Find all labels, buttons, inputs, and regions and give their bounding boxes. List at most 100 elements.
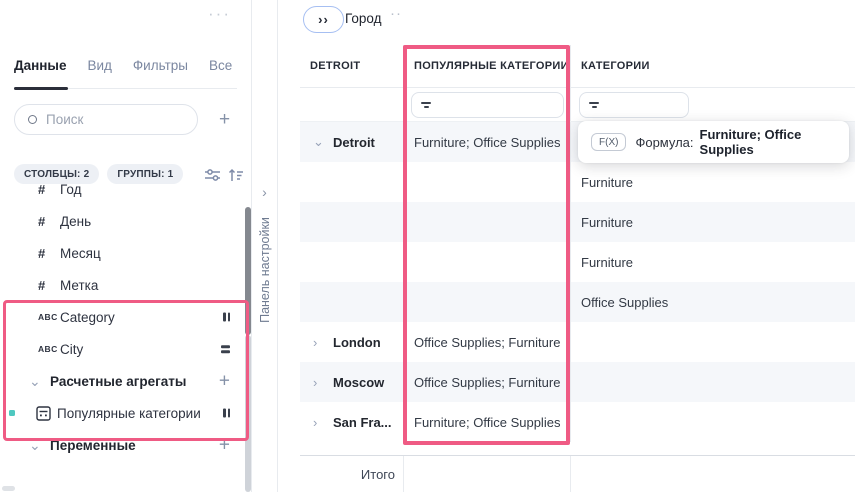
- field-label: Год: [60, 183, 82, 197]
- collapse-row-icon[interactable]: ⌄: [313, 134, 333, 150]
- filter-input[interactable]: [411, 92, 564, 118]
- horizontal-scrollbar[interactable]: [2, 486, 15, 491]
- add-variable-button[interactable]: +: [219, 436, 230, 455]
- table-total-row: Итого: [300, 455, 855, 492]
- expand-row-icon[interactable]: ›: [313, 415, 333, 430]
- cell-category[interactable]: Furniture: [570, 162, 855, 202]
- section-label: Переменные: [50, 438, 136, 453]
- total-cell: [403, 456, 570, 492]
- cell-category[interactable]: Furniture: [570, 242, 855, 282]
- column-header-categories[interactable]: КАТЕГОРИИ: [570, 45, 855, 87]
- number-type-icon: #: [38, 278, 60, 293]
- list-item-field[interactable]: # Год: [0, 183, 251, 205]
- list-item-field[interactable]: # Месяц: [0, 237, 251, 269]
- cell-popular-categories[interactable]: Furniture; Office Supplies: [403, 122, 570, 162]
- page-title: Город: [345, 11, 382, 26]
- tab-filters[interactable]: Фильтры: [133, 58, 188, 88]
- total-label: Итого: [300, 456, 403, 492]
- list-item-calculated-field[interactable]: Популярные категории: [0, 397, 251, 429]
- sidebar-tabs: Данные Вид Фильтры Все: [14, 58, 237, 89]
- list-item-field[interactable]: # День: [0, 205, 251, 237]
- row-label: Moscow: [333, 375, 384, 390]
- table-filter-row: [300, 88, 855, 122]
- cell-popular-categories[interactable]: Office Supplies; Furniture: [403, 322, 570, 362]
- add-aggregate-button[interactable]: +: [219, 372, 230, 391]
- groups-count-badge[interactable]: ГРУППЫ: 1: [107, 164, 183, 184]
- section-label: Расчетные агрегаты: [50, 374, 186, 389]
- drag-handle-icon[interactable]: ··: [390, 5, 402, 22]
- used-in-columns-icon[interactable]: [223, 409, 230, 418]
- sort-icon[interactable]: [228, 167, 244, 183]
- settings-sliders-icon[interactable]: [204, 167, 221, 183]
- cell-popular-categories[interactable]: Furniture; Office Supplies: [403, 402, 570, 442]
- formula-tooltip-value: Furniture; Office Supplies: [700, 127, 849, 157]
- cell-popular-categories[interactable]: [403, 242, 570, 282]
- formula-fx-badge: F(X): [591, 133, 626, 151]
- column-header-popular-categories[interactable]: ПОПУЛЯРНЫЕ КАТЕГОРИИ: [403, 45, 570, 87]
- pivot-table-area: ›› Город ·· DETROIT ПОПУЛЯРНЫЕ КАТЕГОРИИ…: [278, 0, 855, 492]
- number-type-icon: #: [38, 183, 60, 197]
- list-item-field-category[interactable]: ABC Category: [0, 301, 251, 333]
- table-row[interactable]: Furniture: [300, 242, 855, 282]
- more-menu-icon[interactable]: ···: [208, 4, 231, 24]
- cell-category[interactable]: [570, 362, 855, 402]
- cell-category[interactable]: Office Supplies: [570, 282, 855, 322]
- text-type-icon: ABC: [38, 312, 60, 322]
- add-field-button[interactable]: +: [219, 110, 230, 129]
- cell-category[interactable]: [570, 322, 855, 362]
- settings-panel-label: Панель настройки: [258, 217, 272, 323]
- filter-icon: [421, 102, 431, 109]
- table-row[interactable]: ›San Fra... Furniture; Office Supplies: [300, 402, 855, 442]
- settings-panel-collapsed[interactable]: › Панель настройки: [252, 0, 278, 492]
- list-item-field[interactable]: # Метка: [0, 269, 251, 301]
- field-label: City: [60, 342, 83, 357]
- row-label: San Fra...: [333, 415, 392, 430]
- data-panel-sidebar: ··· Данные Вид Фильтры Все Поиск + СТОЛБ…: [0, 0, 252, 492]
- number-type-icon: #: [38, 214, 60, 229]
- cell-popular-categories[interactable]: Office Supplies; Furniture: [403, 362, 570, 402]
- row-label: Detroit: [333, 135, 375, 150]
- text-type-icon: ABC: [38, 344, 60, 354]
- columns-count-badge[interactable]: СТОЛБЦЫ: 2: [14, 164, 99, 184]
- section-variables[interactable]: ⌄ Переменные +: [0, 429, 251, 461]
- search-input[interactable]: Поиск: [14, 104, 198, 135]
- field-label: Популярные категории: [57, 406, 201, 421]
- number-type-icon: #: [38, 246, 60, 261]
- table-row[interactable]: ›London Office Supplies; Furniture: [300, 322, 855, 362]
- expand-row-icon[interactable]: ›: [313, 335, 333, 350]
- tab-data[interactable]: Данные: [14, 58, 66, 88]
- filter-cell-empty: [300, 88, 403, 121]
- tab-all[interactable]: Все: [209, 58, 232, 88]
- cell-popular-categories[interactable]: [403, 162, 570, 202]
- row-label: London: [333, 335, 381, 350]
- used-in-columns-icon[interactable]: [223, 313, 230, 322]
- chevron-down-icon[interactable]: ⌄: [29, 437, 50, 454]
- scrollbar-thumb[interactable]: [245, 207, 251, 335]
- field-label: Метка: [60, 278, 98, 293]
- collapse-sidebar-button[interactable]: ››: [303, 6, 344, 33]
- table-row[interactable]: Furniture: [300, 162, 855, 202]
- table-row[interactable]: Office Supplies: [300, 282, 855, 322]
- search-placeholder: Поиск: [46, 112, 83, 127]
- used-in-rows-icon[interactable]: [221, 345, 230, 353]
- search-icon: [28, 115, 37, 124]
- cell-popular-categories[interactable]: [403, 202, 570, 242]
- chevron-down-icon[interactable]: ⌄: [29, 373, 50, 390]
- scrollbar-track[interactable]: [245, 335, 251, 492]
- table-row[interactable]: Furniture: [300, 202, 855, 242]
- tab-view[interactable]: Вид: [87, 58, 111, 88]
- column-header-detroit[interactable]: DETROIT: [300, 45, 403, 87]
- panel-expand-chevron-icon[interactable]: ›: [252, 184, 277, 200]
- cell-category[interactable]: Furniture: [570, 202, 855, 242]
- field-label: Category: [60, 310, 115, 325]
- filter-input[interactable]: [579, 92, 689, 118]
- calculator-icon: [36, 406, 51, 421]
- list-item-field-city[interactable]: ABC City: [0, 333, 251, 365]
- table-header-row: DETROIT ПОПУЛЯРНЫЕ КАТЕГОРИИ КАТЕГОРИИ: [300, 45, 855, 88]
- section-calculated-aggregates[interactable]: ⌄ Расчетные агрегаты +: [0, 365, 251, 397]
- cell-category[interactable]: [570, 402, 855, 442]
- formula-tooltip-label: Формула:: [635, 135, 693, 150]
- expand-row-icon[interactable]: ›: [313, 375, 333, 390]
- table-row[interactable]: ›Moscow Office Supplies; Furniture: [300, 362, 855, 402]
- cell-popular-categories[interactable]: [403, 282, 570, 322]
